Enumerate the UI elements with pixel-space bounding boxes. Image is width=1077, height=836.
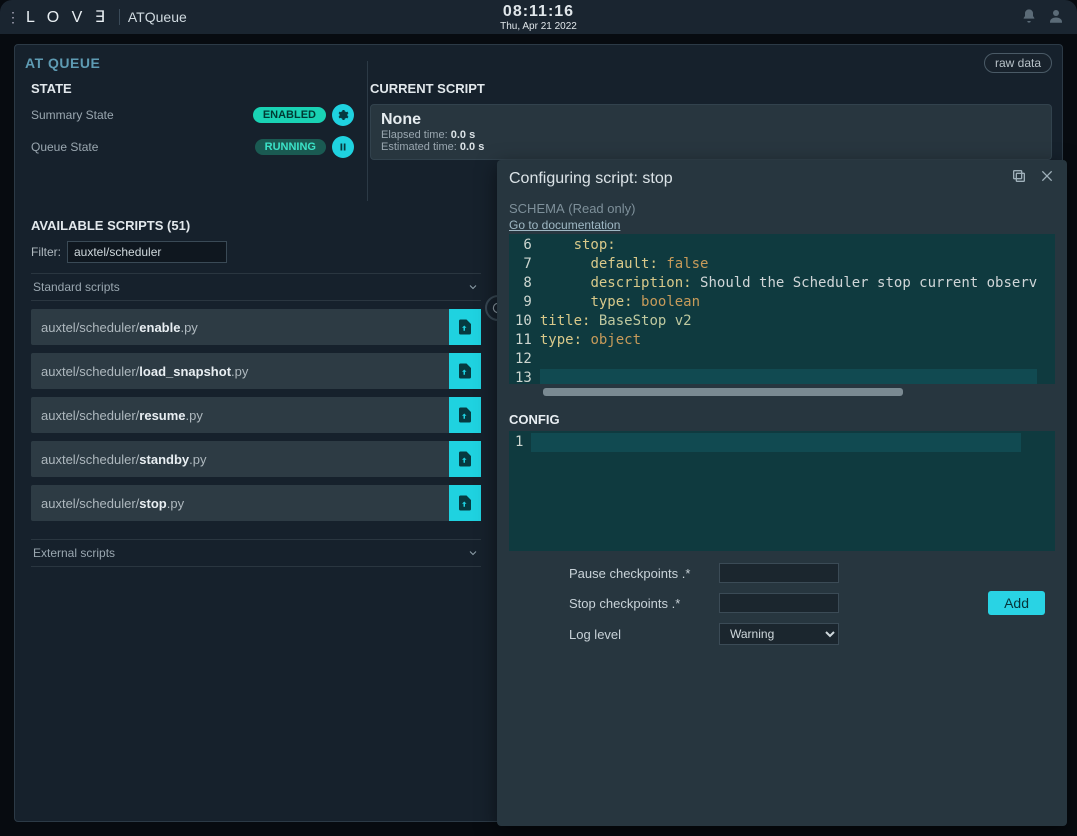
settings-icon[interactable] bbox=[332, 104, 354, 126]
config-title: CONFIG bbox=[509, 412, 1055, 427]
pause-checkpoints-label: Pause checkpoints .* bbox=[569, 566, 719, 581]
clock: 08:11:16 Thu, Apr 21 2022 bbox=[500, 3, 577, 32]
app-name: ATQueue bbox=[119, 9, 187, 25]
current-script-name: None bbox=[381, 111, 1041, 129]
close-icon[interactable] bbox=[1039, 168, 1055, 189]
clock-date: Thu, Apr 21 2022 bbox=[500, 21, 577, 32]
config-editor[interactable]: 1 bbox=[509, 431, 1055, 551]
stop-checkpoints-label: Stop checkpoints .* bbox=[569, 596, 719, 611]
available-scripts-title: AVAILABLE SCRIPTS (51) bbox=[31, 218, 354, 233]
add-button[interactable]: Add bbox=[988, 591, 1045, 615]
summary-state-label: Summary State bbox=[31, 108, 114, 122]
log-level-label: Log level bbox=[569, 627, 719, 642]
schema-title: SCHEMA (Read only) bbox=[509, 201, 635, 216]
current-script-title: CURRENT SCRIPT bbox=[370, 81, 1052, 96]
config-dialog: Configuring script: stop SCHEMA (Read on… bbox=[497, 160, 1067, 826]
duplicate-icon[interactable] bbox=[1011, 168, 1027, 189]
user-icon[interactable] bbox=[1047, 7, 1065, 28]
filter-input[interactable] bbox=[67, 241, 227, 263]
stop-checkpoints-input[interactable] bbox=[719, 593, 839, 613]
pause-icon[interactable] bbox=[332, 136, 354, 158]
raw-data-button[interactable]: raw data bbox=[984, 53, 1052, 73]
state-title: STATE bbox=[31, 81, 354, 96]
documentation-link[interactable]: Go to documentation bbox=[509, 218, 1055, 232]
filter-label: Filter: bbox=[31, 245, 61, 259]
bell-icon[interactable] bbox=[1021, 8, 1037, 27]
page-title: AT QUEUE bbox=[25, 55, 100, 71]
dialog-title: Configuring script: stop bbox=[509, 170, 673, 188]
brand-logo: L O V ∃ bbox=[26, 7, 109, 27]
pause-checkpoints-input[interactable] bbox=[719, 563, 839, 583]
clock-time: 08:11:16 bbox=[500, 3, 577, 21]
queue-state-label: Queue State bbox=[31, 140, 98, 154]
menu-icon[interactable]: ⋮ bbox=[0, 9, 26, 26]
log-level-select[interactable]: Warning bbox=[719, 623, 839, 645]
schema-editor: 678910111213 stop: default: false descri… bbox=[509, 234, 1055, 384]
current-script-box: None Elapsed time: 0.0 s Estimated time:… bbox=[370, 104, 1052, 160]
schema-scrollbar[interactable] bbox=[509, 386, 1055, 398]
top-bar: ⋮ L O V ∃ ATQueue 08:11:16 Thu, Apr 21 2… bbox=[0, 0, 1077, 34]
summary-state-badge: ENABLED bbox=[253, 107, 326, 123]
queue-state-badge: RUNNING bbox=[255, 139, 326, 155]
